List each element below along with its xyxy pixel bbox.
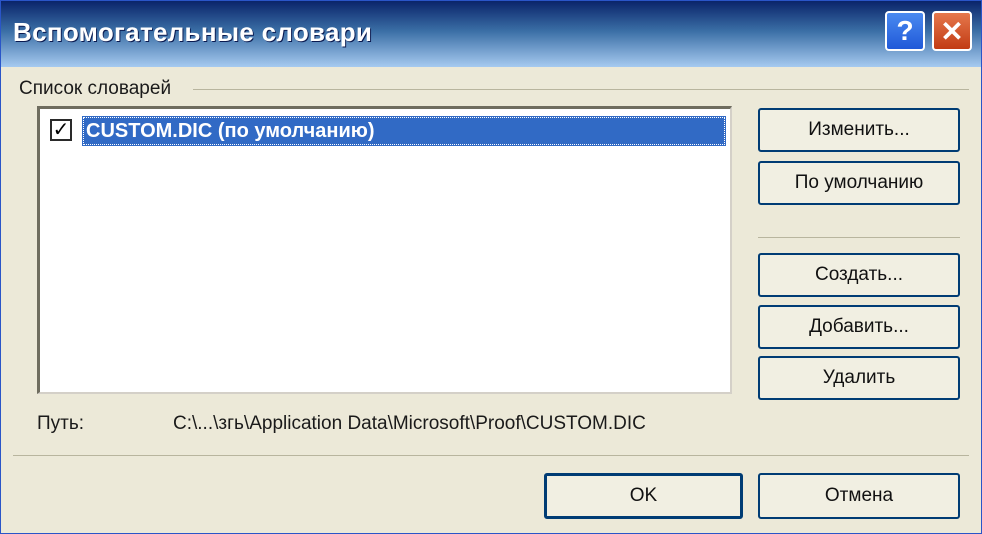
close-button[interactable]: ✕ (932, 11, 972, 51)
cancel-button-label: Отмена (824, 485, 894, 506)
dictionary-checkbox[interactable]: ✓ (50, 119, 72, 141)
dialog-title: Вспомогательные словари (13, 17, 373, 47)
path-label: Путь: (37, 413, 85, 434)
list-item[interactable]: ✓ CUSTOM.DIC (по умолчанию) (46, 116, 726, 146)
edit-button-label: Изменить... (808, 119, 910, 140)
create-button[interactable]: Создать... (758, 253, 960, 297)
dictionary-list-label: Список словарей (19, 78, 172, 99)
footer-divider (13, 455, 969, 456)
dictionary-listbox[interactable]: ✓ CUSTOM.DIC (по умолчанию) (37, 106, 732, 394)
list-item-label[interactable]: CUSTOM.DIC (по умолчанию) (82, 116, 726, 146)
title-bar[interactable]: Вспомогательные словари ? ✕ (1, 1, 981, 67)
cancel-button[interactable]: Отмена (758, 473, 960, 519)
ok-button[interactable]: OK (544, 473, 743, 519)
dictionaries-dialog: Вспомогательные словари ? ✕ Список слова… (0, 0, 982, 534)
create-button-label: Создать... (814, 264, 904, 285)
buttons-divider (758, 237, 960, 238)
path-value: C:\...\згь\Application Data\Microsoft\Pr… (173, 413, 646, 434)
set-default-button-label: По умолчанию (794, 172, 924, 193)
remove-button-label: Удалить (822, 367, 896, 388)
set-default-button[interactable]: По умолчанию (758, 161, 960, 205)
add-button[interactable]: Добавить... (758, 305, 960, 349)
ok-button-label: OK (629, 485, 658, 506)
close-icon: ✕ (940, 15, 964, 47)
question-icon: ? (896, 15, 914, 46)
remove-button[interactable]: Удалить (758, 356, 960, 400)
help-button[interactable]: ? (885, 11, 925, 51)
edit-button[interactable]: Изменить... (758, 108, 960, 152)
add-button-label: Добавить... (809, 316, 909, 337)
group-divider (193, 89, 969, 90)
